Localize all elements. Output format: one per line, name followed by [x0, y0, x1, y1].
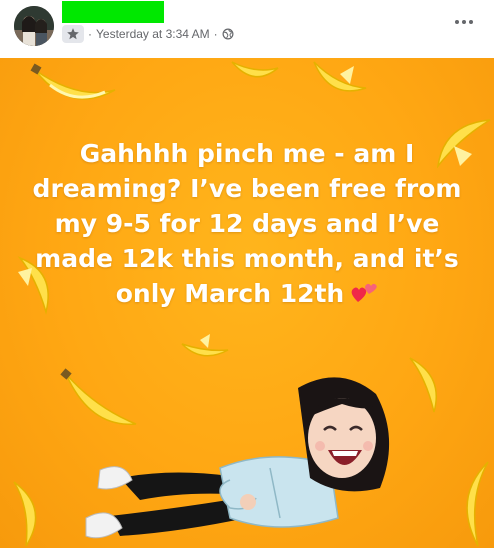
- banana-decoration: [466, 461, 489, 547]
- banana-decoration: [231, 61, 279, 78]
- star-badge-icon: [62, 25, 84, 43]
- laughing-avatar-sticker: [85, 377, 390, 539]
- post-message-text: Gahhhh pinch me - am I dreaming? I’ve be…: [32, 139, 462, 308]
- post-meta: · Yesterday at 3:34 AM ·: [62, 24, 234, 44]
- banana-decoration: [313, 61, 367, 92]
- meta-separator: ·: [213, 27, 218, 41]
- more-options-icon: [455, 20, 473, 24]
- more-options-button[interactable]: [450, 10, 478, 34]
- banana-decoration: [30, 63, 116, 100]
- meta-separator: ·: [88, 27, 92, 41]
- banana-decoration: [13, 481, 37, 547]
- post-card: · Yesterday at 3:34 AM · Gahhhh pinch me…: [0, 0, 494, 548]
- author-name-redacted[interactable]: [62, 1, 164, 23]
- public-globe-icon[interactable]: [222, 28, 234, 40]
- post-message: Gahhhh pinch me - am I dreaming? I’ve be…: [20, 136, 474, 315]
- author-avatar[interactable]: [14, 6, 54, 46]
- post-timestamp[interactable]: Yesterday at 3:34 AM: [96, 27, 210, 41]
- banana-decoration: [181, 334, 229, 357]
- two-hearts-icon: [350, 280, 378, 315]
- post-header: · Yesterday at 3:34 AM ·: [0, 0, 494, 58]
- post-background: Gahhhh pinch me - am I dreaming? I’ve be…: [0, 58, 494, 548]
